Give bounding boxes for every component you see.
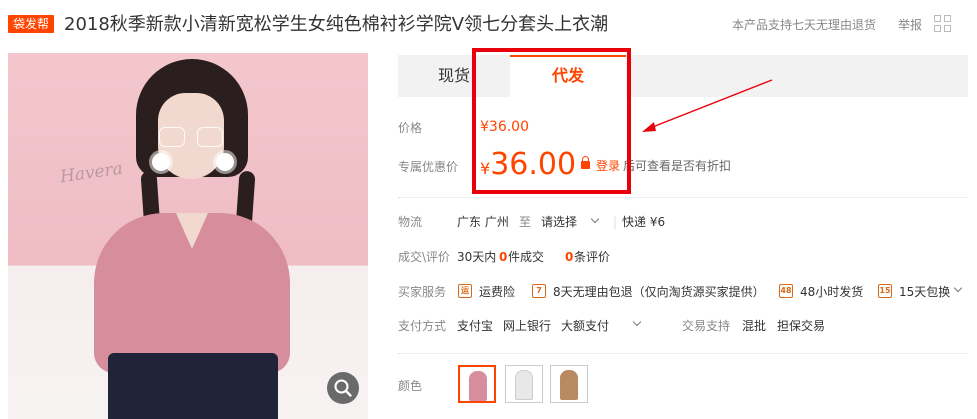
store-badge[interactable]: 袋发帮 bbox=[8, 15, 55, 33]
price-label: 价格 bbox=[398, 121, 423, 135]
product-title: 2018秋季新款小清新宽松学生女纯色棉衬衫学院V领七分套头上衣潮 bbox=[64, 14, 609, 35]
payment-method-large: 大额支付 bbox=[561, 319, 610, 333]
trade-mixed-batch: 混批 bbox=[742, 319, 767, 333]
annotation-arrow-icon bbox=[642, 79, 773, 132]
blouse-vneck bbox=[176, 213, 208, 249]
member-price-label: 专属优惠价 bbox=[398, 160, 459, 174]
seven-day-return-icon: 7 bbox=[532, 284, 546, 298]
login-hint: 后可查看是否有折扣 bbox=[623, 159, 732, 173]
pompom-left bbox=[152, 153, 170, 171]
annotation-highlight-box bbox=[472, 48, 631, 194]
glasses-left bbox=[159, 127, 185, 147]
chevron-down-icon[interactable] bbox=[953, 283, 963, 293]
swatch-thumbnail bbox=[560, 370, 578, 400]
48h-ship-icon: 48 bbox=[779, 284, 793, 298]
magnifier-icon bbox=[334, 379, 352, 397]
color-swatch-white[interactable] bbox=[505, 365, 543, 403]
swatch-thumbnail bbox=[515, 370, 533, 400]
chevron-down-icon[interactable] bbox=[590, 214, 600, 224]
ship-from: 广东 广州 bbox=[457, 215, 509, 229]
return-policy-note: 本产品支持七天无理由退货 bbox=[732, 18, 877, 32]
review-suffix[interactable]: 条评价 bbox=[574, 248, 610, 266]
ship-to-word: 至 bbox=[519, 215, 532, 229]
zoom-button[interactable] bbox=[327, 372, 359, 404]
product-main-image[interactable]: Havera bbox=[8, 53, 368, 419]
service-48h-ship[interactable]: 48小时发货 bbox=[800, 283, 863, 301]
trade-escrow: 担保交易 bbox=[777, 319, 826, 333]
color-label: 颜色 bbox=[398, 379, 423, 393]
product-page: 袋发帮 2018秋季新款小清新宽松学生女纯色棉衬衫学院V领七分套头上衣潮 本产品… bbox=[0, 0, 977, 419]
wall-script-decoration: Havera bbox=[58, 158, 124, 188]
destination-select[interactable]: 请选择 bbox=[541, 213, 577, 231]
color-swatch-khaki[interactable] bbox=[550, 365, 588, 403]
express-fee: 快递 ¥6 bbox=[622, 215, 666, 229]
pompom-right bbox=[216, 153, 234, 171]
color-swatch-pink[interactable] bbox=[458, 365, 496, 403]
service-15day-exchange[interactable]: 15天包换 bbox=[899, 283, 950, 301]
payment-method-bank: 网上银行 bbox=[503, 319, 552, 333]
trade-support-label: 交易支持 bbox=[682, 319, 731, 333]
separator: | bbox=[613, 215, 618, 229]
sold-suffix: 件成交 bbox=[508, 250, 545, 264]
swatch-thumbnail bbox=[469, 371, 487, 401]
15day-exchange-icon: 15 bbox=[878, 284, 892, 298]
chevron-down-icon[interactable] bbox=[632, 317, 642, 327]
service-return[interactable]: 8天无理由包退（仅向淘货源买家提供） bbox=[553, 283, 765, 301]
section-divider bbox=[398, 197, 968, 198]
service-freight-insurance[interactable]: 运费险 bbox=[479, 283, 515, 301]
buyer-service-label: 买家服务 bbox=[398, 285, 447, 299]
freight-insurance-icon: 运 bbox=[458, 284, 472, 298]
qr-grid-icon[interactable] bbox=[934, 15, 952, 33]
section-divider bbox=[398, 353, 968, 354]
deals-label: 成交\评价 bbox=[398, 250, 451, 264]
product-header: 袋发帮 2018秋季新款小清新宽松学生女纯色棉衬衫学院V领七分套头上衣潮 本产品… bbox=[0, 0, 977, 52]
model-skirt bbox=[108, 353, 278, 419]
sold-count: 0 bbox=[499, 250, 508, 264]
review-count[interactable]: 0 bbox=[565, 248, 573, 266]
payment-method-alipay: 支付宝 bbox=[457, 319, 494, 333]
report-link[interactable]: 举报 bbox=[898, 16, 922, 34]
glasses-right bbox=[197, 127, 223, 147]
deals-period: 30天内 bbox=[457, 250, 497, 264]
logistics-label: 物流 bbox=[398, 215, 423, 229]
payment-label: 支付方式 bbox=[398, 319, 447, 333]
